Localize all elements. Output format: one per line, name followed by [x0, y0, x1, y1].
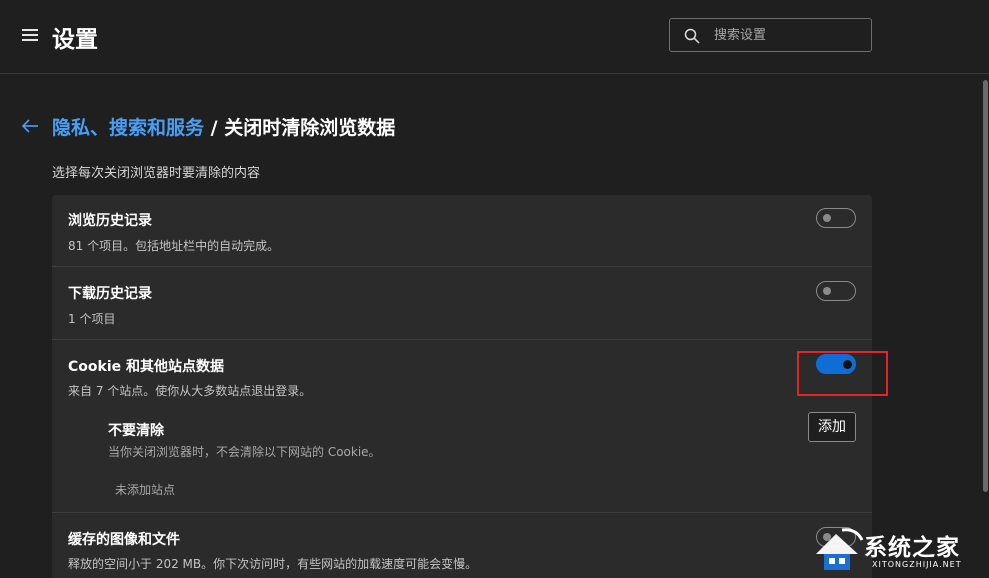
item-description: 来自 7 个站点。使你从大多数站点退出登录。	[68, 384, 312, 398]
toggle-browsing-history[interactable]	[816, 208, 856, 228]
item-title: 缓存的图像和文件	[68, 532, 180, 548]
watermark-url: XITONGZHIJIA.NET	[872, 560, 962, 569]
breadcrumb: 隐私、搜索和服务 / 关闭时清除浏览数据	[52, 113, 395, 140]
highlight-annotation	[797, 351, 888, 396]
breadcrumb-link-privacy[interactable]: 隐私、搜索和服务	[52, 117, 204, 139]
watermark: 系统之家 XITONGZHIJIA.NET	[812, 520, 989, 578]
back-arrow-icon[interactable]	[20, 116, 40, 136]
header: 设置	[0, 0, 989, 74]
item-description: 1 个项目	[68, 312, 116, 326]
no-sites-text: 未添加站点	[115, 483, 176, 497]
breadcrumb-separator: /	[204, 117, 225, 139]
breadcrumb-current: 关闭时清除浏览数据	[224, 117, 396, 139]
search-box[interactable]	[669, 18, 872, 52]
watermark-logo-icon	[816, 528, 864, 570]
clear-data-card: 浏览历史记录 81 个项目。包括地址栏中的自动完成。 下载历史记录 1 个项目 …	[52, 195, 872, 578]
item-title: Cookie 和其他站点数据	[68, 359, 224, 375]
item-title: 浏览历史记录	[68, 213, 152, 229]
search-icon	[684, 28, 700, 44]
list-item-cached-files: 缓存的图像和文件 释放的空间小于 202 MB。你下次访问时，有些网站的加载速度…	[52, 513, 872, 578]
exceptions-title: 不要清除	[108, 423, 164, 439]
section-subtitle: 选择每次关闭浏览器时要清除的内容	[52, 166, 261, 181]
add-site-button[interactable]: 添加	[808, 412, 856, 442]
toggle-knob	[823, 214, 831, 222]
item-description: 释放的空间小于 202 MB。你下次访问时，有些网站的加载速度可能会变慢。	[68, 557, 478, 571]
item-title: 下载历史记录	[68, 286, 152, 302]
exceptions-description: 当你关闭浏览器时，不会清除以下网站的 Cookie。	[108, 445, 381, 459]
menu-icon[interactable]	[22, 29, 38, 41]
watermark-name: 系统之家	[864, 535, 960, 561]
toggle-download-history[interactable]	[816, 281, 856, 301]
settings-page: 设置 隐私、搜索和服务 / 关闭时清除浏览数据 选择每次关闭浏览器时要清除的内容…	[0, 0, 989, 578]
scrollbar-thumb[interactable]	[983, 80, 988, 492]
list-item-cookies: Cookie 和其他站点数据 来自 7 个站点。使你从大多数站点退出登录。 不要…	[52, 340, 872, 513]
item-description: 81 个项目。包括地址栏中的自动完成。	[68, 239, 280, 253]
list-item-download-history: 下载历史记录 1 个项目	[52, 267, 872, 340]
page-title: 设置	[52, 27, 98, 53]
list-item-browsing-history: 浏览历史记录 81 个项目。包括地址栏中的自动完成。	[52, 195, 872, 267]
toggle-knob	[823, 287, 831, 295]
search-input[interactable]	[714, 25, 864, 45]
